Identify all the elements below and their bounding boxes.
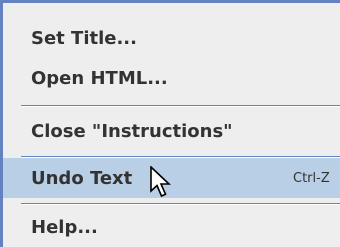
- menu-item-label: Set Title...: [31, 27, 137, 49]
- menu-item-label: Close "Instructions": [31, 120, 233, 142]
- menu-separator: [21, 203, 340, 205]
- menu-separator: [21, 105, 340, 107]
- menu-item-label: Open HTML...: [31, 67, 168, 89]
- popup-menu: Set Title... Open HTML... Close "Instruc…: [0, 0, 340, 247]
- menu-item-set-title[interactable]: Set Title...: [3, 18, 340, 58]
- mouse-pointer-icon: [150, 166, 172, 198]
- menu-item-help[interactable]: Help...: [3, 207, 340, 247]
- menu-item-label: Undo Text: [31, 167, 133, 189]
- menu-item-label: Help...: [31, 216, 98, 238]
- menu-item-shortcut: Ctrl-Z: [293, 170, 330, 186]
- menu-item-open-html[interactable]: Open HTML...: [3, 58, 340, 98]
- menu-item-close-instructions[interactable]: Close "Instructions": [3, 111, 340, 151]
